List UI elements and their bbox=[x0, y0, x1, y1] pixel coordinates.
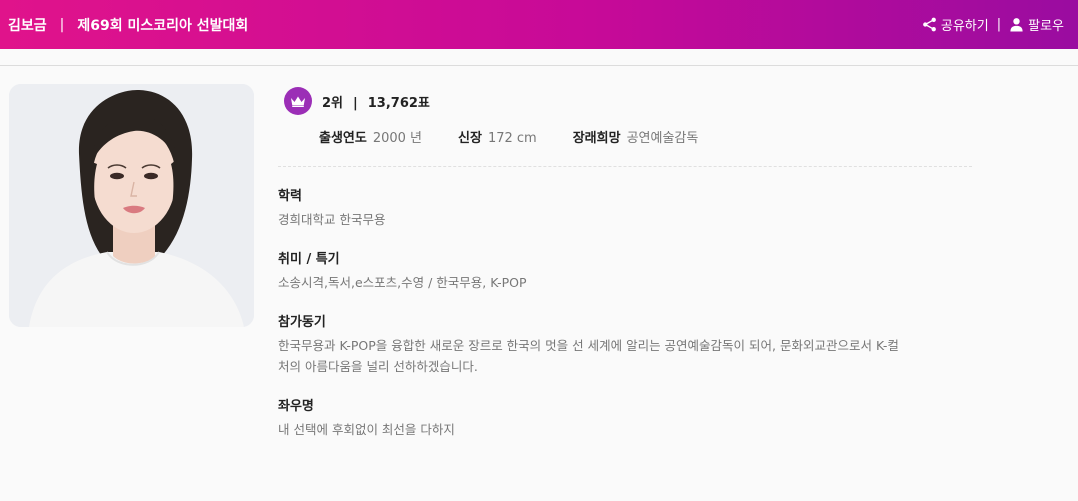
profile-stats: 출생연도 2000 년 신장 172 cm 장래희망 공연예술감독 bbox=[319, 127, 972, 146]
follow-button[interactable]: 팔로우 bbox=[1009, 15, 1064, 34]
birth-year-value: 2000 년 bbox=[372, 131, 423, 146]
height-value: 172 cm bbox=[487, 131, 537, 146]
share-icon bbox=[923, 17, 936, 32]
motto-title: 좌우명 bbox=[278, 399, 314, 414]
birth-year-stat: 출생연도 2000 년 bbox=[319, 127, 422, 146]
crown-badge bbox=[284, 87, 312, 115]
rank-value: 2위 bbox=[322, 95, 344, 111]
follow-label: 팔로우 bbox=[1028, 19, 1064, 34]
dream-stat: 장래희망 공연예술감독 bbox=[573, 127, 699, 146]
event-name: 제69회 미스코리아 선발대회 bbox=[77, 17, 249, 34]
title-separator: | bbox=[59, 16, 65, 33]
rank-separator: | bbox=[353, 95, 358, 111]
motto-section: 좌우명 내 선택에 후회없이 최선을 다하지 bbox=[278, 398, 972, 440]
portrait-illustration bbox=[9, 84, 254, 327]
motive-section: 참가동기 한국무용과 K-POP을 융합한 새로운 장르로 한국의 멋을 선 세… bbox=[278, 314, 972, 377]
contestant-name: 김보금 bbox=[8, 17, 47, 34]
actions-divider: | bbox=[996, 17, 1002, 32]
motto-text: 내 선택에 후회없이 최선을 다하지 bbox=[278, 422, 455, 437]
motive-title: 참가동기 bbox=[278, 315, 326, 330]
vote-count: 13,762표 bbox=[367, 95, 430, 111]
education-section: 학력 경희대학교 한국무용 bbox=[278, 188, 972, 230]
rank-summary: 2위 | 13,762표 bbox=[322, 92, 430, 111]
height-stat: 신장 172 cm bbox=[458, 127, 537, 146]
section-divider bbox=[278, 166, 972, 167]
rank-row: 2위 | 13,762표 bbox=[284, 86, 972, 116]
share-button[interactable]: 공유하기 bbox=[922, 15, 989, 34]
birth-year-label: 출생연도 bbox=[319, 131, 367, 146]
profile-photo bbox=[9, 84, 254, 327]
dream-value: 공연예술감독 bbox=[626, 131, 699, 146]
person-icon bbox=[1010, 18, 1023, 32]
motive-text-line1: 한국무용과 K-POP을 융합한 새로운 장르로 한국의 멋을 선 세계에 알리… bbox=[278, 338, 899, 353]
crown-icon bbox=[291, 96, 305, 107]
hobby-title: 취미 / 특기 bbox=[278, 252, 340, 267]
hobby-text: 소송시격,독서,e스포츠,수영 / 한국무용, K-POP bbox=[278, 275, 527, 290]
education-title: 학력 bbox=[278, 189, 302, 204]
hobby-section: 취미 / 특기 소송시격,독서,e스포츠,수영 / 한국무용, K-POP bbox=[278, 251, 972, 293]
height-label: 신장 bbox=[458, 131, 482, 146]
motive-text-line2: 처의 아름다움을 널리 선하하겠습니다. bbox=[278, 359, 478, 374]
share-label: 공유하기 bbox=[940, 19, 989, 34]
top-header-bar: 김보금 | 제69회 미스코리아 선발대회 공유하기 | 팔로우 bbox=[0, 0, 1078, 49]
profile-info: 2위 | 13,762표 출생연도 2000 년 신장 172 cm 장래희망 공연예술감… bbox=[278, 86, 972, 440]
header-rule bbox=[0, 65, 1078, 66]
header-actions: 공유하기 | 팔로우 bbox=[922, 0, 1064, 49]
education-text: 경희대학교 한국무용 bbox=[278, 212, 386, 227]
dream-label: 장래희망 bbox=[572, 131, 621, 146]
header-title: 김보금 | 제69회 미스코리아 선발대회 bbox=[0, 15, 248, 35]
